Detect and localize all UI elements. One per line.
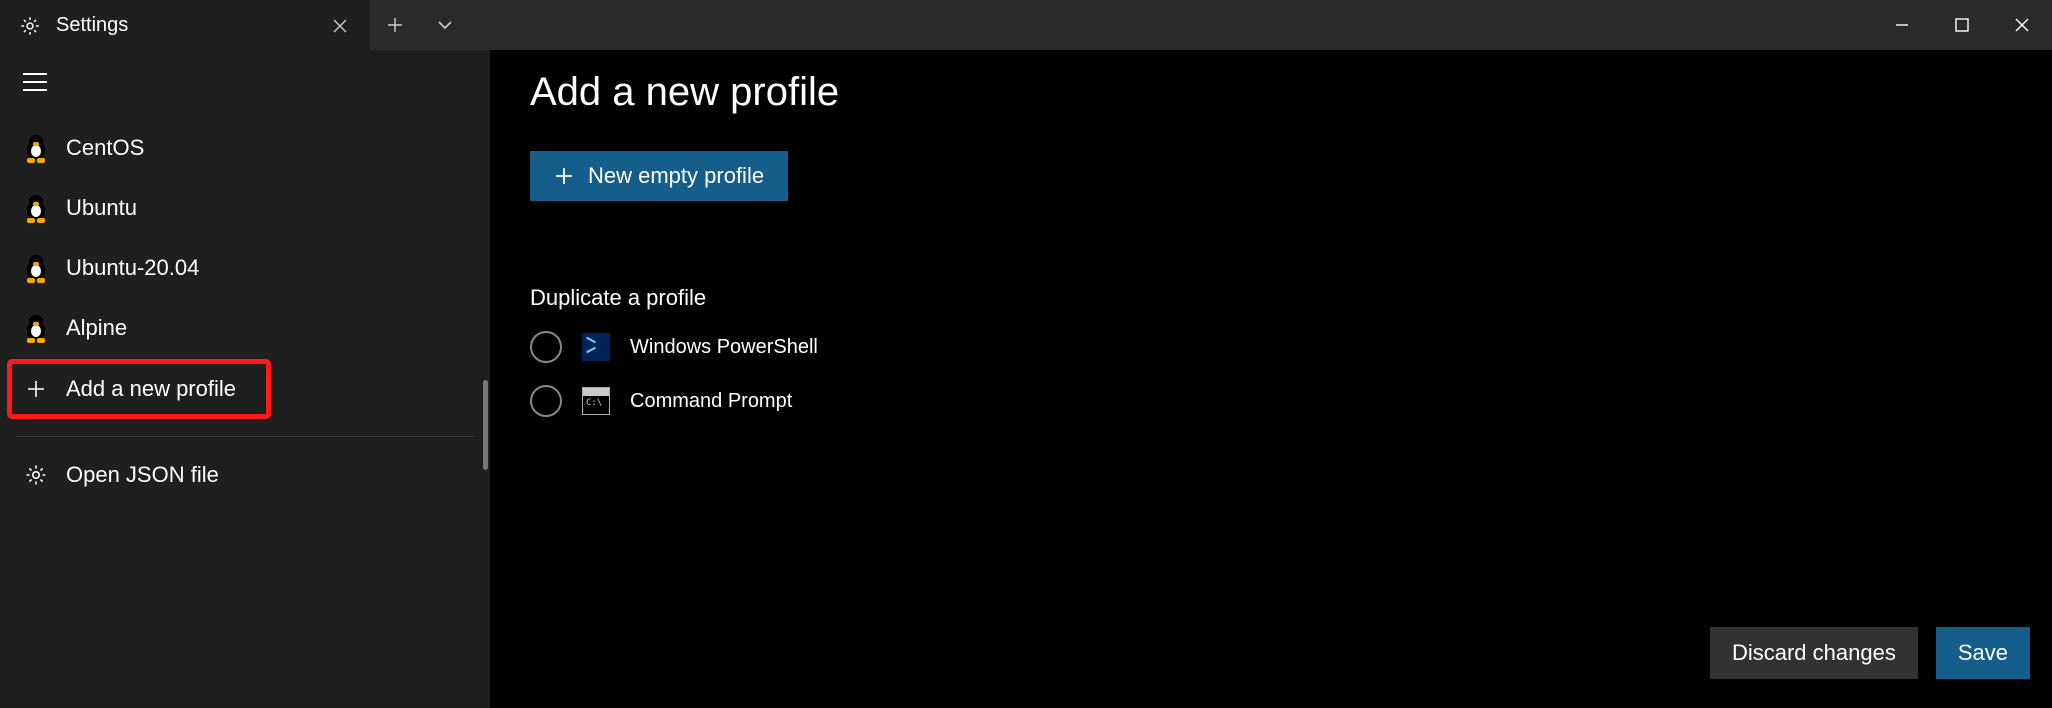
tab-title: Settings — [56, 14, 328, 37]
sidebar-item-label: Open JSON file — [66, 462, 219, 488]
tab-dropdown-button[interactable] — [420, 0, 470, 50]
sidebar-item-label: Ubuntu — [66, 195, 137, 221]
sidebar-item-label: Add a new profile — [66, 376, 236, 402]
powershell-icon — [582, 333, 610, 361]
sidebar-item-alpine[interactable]: Alpine — [10, 298, 480, 358]
gear-icon — [20, 463, 52, 487]
radio-button[interactable] — [530, 331, 562, 363]
button-label: Discard changes — [1732, 640, 1896, 666]
linux-icon — [20, 135, 52, 161]
sidebar-item-ubuntu2004[interactable]: Ubuntu-20.04 — [10, 238, 480, 298]
command-prompt-icon — [582, 387, 610, 415]
main-content: Add a new profile New empty profile Dupl… — [490, 50, 2052, 708]
radio-button[interactable] — [530, 385, 562, 417]
open-json-button[interactable]: Open JSON file — [10, 445, 480, 505]
gear-icon — [18, 14, 42, 38]
close-tab-button[interactable] — [328, 14, 352, 38]
sidebar-item-label: Alpine — [66, 315, 127, 341]
duplicate-section-label: Duplicate a profile — [530, 285, 2012, 311]
sidebar-item-label: CentOS — [66, 135, 144, 161]
discard-button[interactable]: Discard changes — [1710, 627, 1918, 679]
sidebar: CentOS Ubuntu Ubuntu-20.04 Alpine — [0, 50, 490, 708]
plus-icon — [554, 166, 574, 186]
linux-icon — [20, 255, 52, 281]
new-empty-profile-button[interactable]: New empty profile — [530, 151, 788, 201]
sidebar-item-centos[interactable]: CentOS — [10, 118, 480, 178]
new-tab-button[interactable] — [370, 0, 420, 50]
window-minimize-button[interactable] — [1872, 0, 1932, 50]
button-label: New empty profile — [588, 163, 764, 189]
tab-settings[interactable]: Settings — [0, 0, 370, 50]
profile-option-powershell[interactable]: Windows PowerShell — [530, 331, 2012, 363]
hamburger-button[interactable] — [0, 50, 490, 114]
button-label: Save — [1958, 640, 2008, 666]
sidebar-nav: CentOS Ubuntu Ubuntu-20.04 Alpine — [0, 114, 490, 420]
sidebar-item-ubuntu[interactable]: Ubuntu — [10, 178, 480, 238]
sidebar-scroll-thumb[interactable] — [483, 380, 488, 470]
profile-option-label: Windows PowerShell — [630, 336, 818, 359]
linux-icon — [20, 195, 52, 221]
save-button[interactable]: Save — [1936, 627, 2030, 679]
title-bar: Settings — [0, 0, 2052, 50]
sidebar-item-label: Ubuntu-20.04 — [66, 255, 199, 281]
profile-option-cmd[interactable]: Command Prompt — [530, 385, 2012, 417]
window-maximize-button[interactable] — [1932, 0, 1992, 50]
linux-icon — [20, 315, 52, 341]
plus-icon — [20, 379, 52, 399]
profile-option-label: Command Prompt — [630, 390, 792, 413]
titlebar-spacer — [470, 0, 1872, 50]
sidebar-item-add-profile[interactable]: Add a new profile — [10, 362, 268, 416]
command-bar: Discard changes Save — [490, 598, 2052, 708]
profile-radio-list: Windows PowerShell Command Prompt — [530, 331, 2012, 417]
window-close-button[interactable] — [1992, 0, 2052, 50]
sidebar-divider — [16, 436, 474, 437]
page-title: Add a new profile — [530, 70, 2012, 115]
